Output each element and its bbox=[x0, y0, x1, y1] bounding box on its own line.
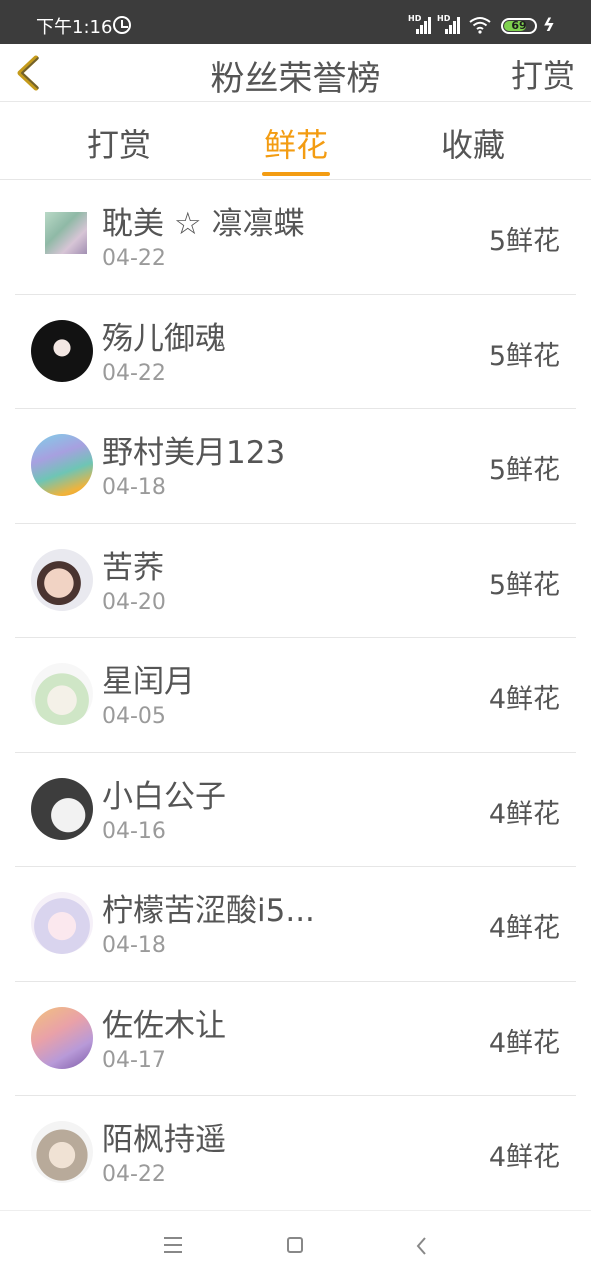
fan-date: 04-16 bbox=[102, 818, 166, 844]
flower-count: 4鲜花 bbox=[488, 684, 560, 715]
flower-count: 5鲜花 bbox=[488, 455, 560, 486]
fan-name: 柠檬苦涩酸i5... bbox=[102, 893, 315, 929]
flower-count: 4鲜花 bbox=[488, 798, 560, 830]
signal-icon: HD bbox=[437, 14, 461, 34]
list-item[interactable]: 野村美月123 04-18 5鲜花 bbox=[15, 409, 576, 524]
wifi-icon bbox=[469, 17, 491, 34]
fan-list: 耽美 ☆ 凛凛蝶 04-22 5鲜花 殇儿御魂 04-22 5鲜花 野村美月12… bbox=[0, 180, 591, 1211]
fan-name: 佐佐木让 bbox=[102, 1007, 226, 1044]
list-item[interactable]: 星闰月 04-05 4鲜花 bbox=[15, 638, 576, 753]
fan-name: 苦荞 bbox=[102, 549, 164, 586]
alarm-icon bbox=[113, 16, 131, 34]
signal-icon: HD bbox=[408, 14, 432, 34]
fan-date: 04-18 bbox=[102, 475, 166, 500]
system-nav-bar bbox=[0, 1210, 591, 1280]
tab-bar: 打赏 鲜花 收藏 bbox=[0, 102, 591, 180]
back-icon[interactable] bbox=[412, 1235, 432, 1257]
fan-date: 04-22 bbox=[102, 360, 166, 386]
menu-icon[interactable] bbox=[164, 1237, 182, 1253]
list-item[interactable]: 小白公子 04-16 4鲜花 bbox=[15, 753, 576, 867]
tab-favorites[interactable]: 收藏 bbox=[413, 120, 533, 166]
home-icon[interactable] bbox=[287, 1237, 303, 1253]
tab-active-indicator bbox=[262, 172, 330, 176]
app-header: 粉丝荣誉榜 打赏 bbox=[0, 44, 591, 102]
avatar bbox=[45, 212, 87, 254]
reward-button[interactable]: 打赏 bbox=[511, 51, 575, 97]
fan-name: 星闰月 bbox=[102, 664, 195, 700]
list-item[interactable]: 柠檬苦涩酸i5... 04-18 4鲜花 bbox=[15, 867, 576, 982]
list-item[interactable]: 陌枫持遥 04-22 4鲜花 bbox=[15, 1096, 576, 1211]
fan-date: 04-22 bbox=[102, 1162, 166, 1187]
avatar bbox=[31, 892, 93, 954]
page-title: 粉丝荣誉榜 bbox=[210, 59, 381, 99]
battery-level: 69 bbox=[511, 19, 527, 32]
flower-count: 5鲜花 bbox=[488, 226, 560, 257]
avatar bbox=[31, 777, 93, 840]
flower-count: 4鲜花 bbox=[488, 913, 560, 944]
charging-icon: ϟ bbox=[543, 15, 555, 36]
list-item[interactable]: 苦荞 04-20 5鲜花 bbox=[15, 524, 576, 638]
flower-count: 4鲜花 bbox=[488, 1027, 560, 1059]
flower-count: 5鲜花 bbox=[488, 569, 560, 601]
avatar bbox=[31, 434, 93, 496]
status-bar: 下午1:16 HD HD 69 ϟ bbox=[0, 0, 591, 44]
flower-count: 5鲜花 bbox=[488, 340, 560, 372]
fan-name: 陌枫持遥 bbox=[102, 1122, 226, 1158]
fan-date: 04-05 bbox=[102, 704, 166, 729]
fan-date: 04-22 bbox=[102, 246, 166, 271]
fan-name: 小白公子 bbox=[102, 778, 226, 815]
fan-date: 04-17 bbox=[102, 1047, 166, 1073]
battery-icon: 69 bbox=[501, 18, 537, 34]
fan-date: 04-18 bbox=[102, 933, 166, 958]
list-item[interactable]: 耽美 ☆ 凛凛蝶 04-22 5鲜花 bbox=[15, 180, 576, 295]
fan-name: 殇儿御魂 bbox=[102, 320, 226, 357]
status-time: 下午1:16 bbox=[36, 17, 113, 38]
fan-name: 野村美月123 bbox=[102, 435, 286, 471]
avatar bbox=[31, 319, 93, 382]
list-item[interactable]: 殇儿御魂 04-22 5鲜花 bbox=[15, 295, 576, 409]
fan-name: 耽美 ☆ 凛凛蝶 bbox=[102, 206, 305, 242]
tab-reward[interactable]: 打赏 bbox=[59, 120, 179, 166]
avatar bbox=[31, 548, 93, 611]
tab-flowers[interactable]: 鲜花 bbox=[236, 120, 356, 166]
list-item[interactable]: 佐佐木让 04-17 4鲜花 bbox=[15, 982, 576, 1096]
avatar bbox=[31, 1006, 93, 1069]
avatar bbox=[31, 1121, 93, 1183]
fan-date: 04-20 bbox=[102, 589, 166, 615]
avatar bbox=[31, 663, 93, 725]
flower-count: 4鲜花 bbox=[488, 1142, 560, 1173]
